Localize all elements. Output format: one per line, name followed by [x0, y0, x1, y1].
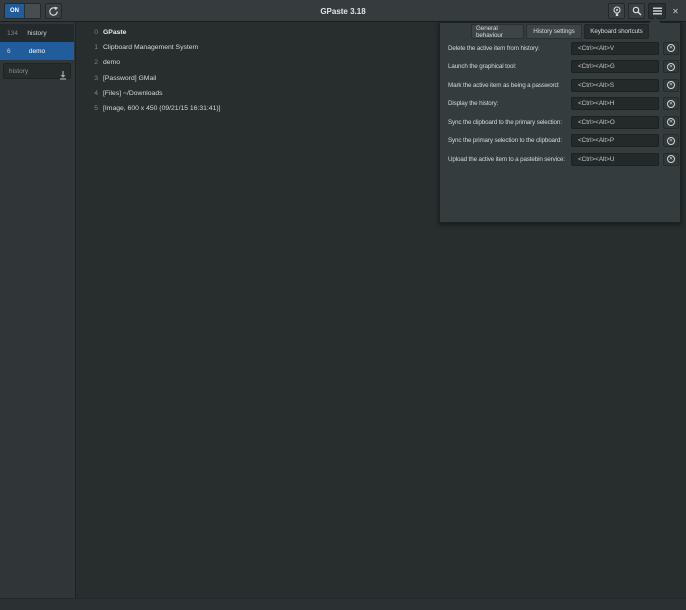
item-text: [Files] ~/Downloads — [103, 90, 163, 97]
clear-icon: ✕ — [667, 155, 675, 163]
refresh-icon — [48, 6, 59, 17]
shortcut-label: Mark the active item as being a password… — [448, 76, 559, 95]
gpaste-window: GPaste 3.18 ON — [0, 0, 686, 610]
shortcut-input[interactable] — [571, 79, 659, 92]
sidebar-item-demo[interactable]: 6 demo — [0, 42, 74, 60]
clear-shortcut-button[interactable]: ✕ — [663, 153, 679, 166]
history-count: 134 — [7, 30, 18, 37]
window-title: GPaste 3.18 — [0, 0, 686, 22]
new-history-row — [0, 62, 74, 82]
shortcut-row: Display the history: ✕ — [440, 95, 680, 114]
item-index: 4 — [89, 90, 98, 97]
shortcut-label: Sync the clipboard to the primary select… — [448, 113, 562, 132]
item-index: 1 — [89, 44, 98, 51]
item-text: demo — [103, 59, 120, 66]
shortcut-input[interactable] — [571, 153, 659, 166]
shortcut-input[interactable] — [571, 116, 659, 129]
search-button[interactable] — [628, 3, 645, 19]
item-index: 2 — [89, 59, 98, 66]
close-button[interactable]: ✕ — [669, 4, 682, 18]
clear-shortcut-button[interactable]: ✕ — [663, 116, 679, 129]
tab-keyboard-shortcuts[interactable]: Keyboard shortcuts — [584, 24, 649, 39]
refresh-button[interactable] — [45, 3, 62, 19]
clear-icon: ✕ — [667, 44, 675, 52]
clear-icon: ✕ — [667, 118, 675, 126]
search-icon — [632, 6, 642, 16]
clear-icon: ✕ — [667, 81, 675, 89]
shortcut-label: Display the history: — [448, 95, 498, 114]
shortcut-label: Sync the primary selection to the clipbo… — [448, 132, 562, 151]
window-bottom-edge — [0, 598, 686, 610]
about-button[interactable] — [608, 3, 625, 19]
history-name: history — [27, 30, 46, 37]
item-index: 3 — [89, 75, 98, 82]
header-bar: GPaste 3.18 ON — [0, 0, 686, 22]
item-index: 0 — [89, 29, 98, 36]
shortcut-label: Delete the active item from history: — [448, 39, 540, 58]
shortcut-row: Upload the active item to a pastebin ser… — [440, 150, 680, 169]
switch-history-icon — [59, 67, 67, 85]
switch-on-label: ON — [5, 4, 24, 18]
close-icon: ✕ — [672, 7, 679, 16]
shortcut-input[interactable] — [571, 134, 659, 147]
shortcut-row: Sync the primary selection to the clipbo… — [440, 132, 680, 151]
tab-history-settings[interactable]: History settings — [526, 24, 582, 39]
item-index: 5 — [89, 105, 98, 112]
switch-knob — [24, 4, 40, 18]
sidebar-item-history[interactable]: 134 history — [0, 24, 74, 42]
shortcut-row: Mark the active item as being a password… — [440, 76, 680, 95]
clear-shortcut-button[interactable]: ✕ — [663, 97, 679, 110]
shortcut-input[interactable] — [571, 60, 659, 73]
shortcut-input[interactable] — [571, 97, 659, 110]
tab-general-behaviour[interactable]: General behaviour — [471, 24, 524, 39]
tracking-switch[interactable]: ON — [4, 3, 41, 19]
clear-icon: ✕ — [667, 63, 675, 71]
history-count: 6 — [7, 48, 11, 55]
history-sidebar: 134 history 6 demo — [0, 22, 76, 598]
shortcut-row: Launch the graphical tool: ✕ — [440, 58, 680, 77]
shortcut-input[interactable] — [571, 42, 659, 55]
item-text: [Password] GMail — [103, 75, 156, 82]
item-text: Clipboard Management System — [103, 44, 198, 51]
clear-shortcut-button[interactable]: ✕ — [663, 42, 679, 55]
clear-shortcut-button[interactable]: ✕ — [663, 79, 679, 92]
hamburger-menu-icon — [653, 7, 662, 15]
clear-icon: ✕ — [667, 100, 675, 108]
shortcut-row: Sync the clipboard to the primary select… — [440, 113, 680, 132]
shortcut-label: Launch the graphical tool: — [448, 58, 516, 77]
settings-popover: General behaviour History settings Keybo… — [439, 22, 681, 223]
lightbulb-icon — [612, 6, 622, 17]
history-name: demo — [29, 48, 45, 55]
shortcut-row: Delete the active item from history: ✕ — [440, 39, 680, 58]
shortcut-rows: Delete the active item from history: ✕ L… — [440, 39, 680, 169]
clear-shortcut-button[interactable]: ✕ — [663, 134, 679, 147]
popover-arrow — [649, 17, 661, 23]
item-text: [Image, 600 x 450 (09/21/15 16:31:41)] — [103, 105, 221, 112]
item-text: GPaste — [103, 29, 126, 36]
clear-shortcut-button[interactable]: ✕ — [663, 60, 679, 73]
clear-icon: ✕ — [667, 137, 675, 145]
shortcut-label: Upload the active item to a pastebin ser… — [448, 150, 565, 169]
